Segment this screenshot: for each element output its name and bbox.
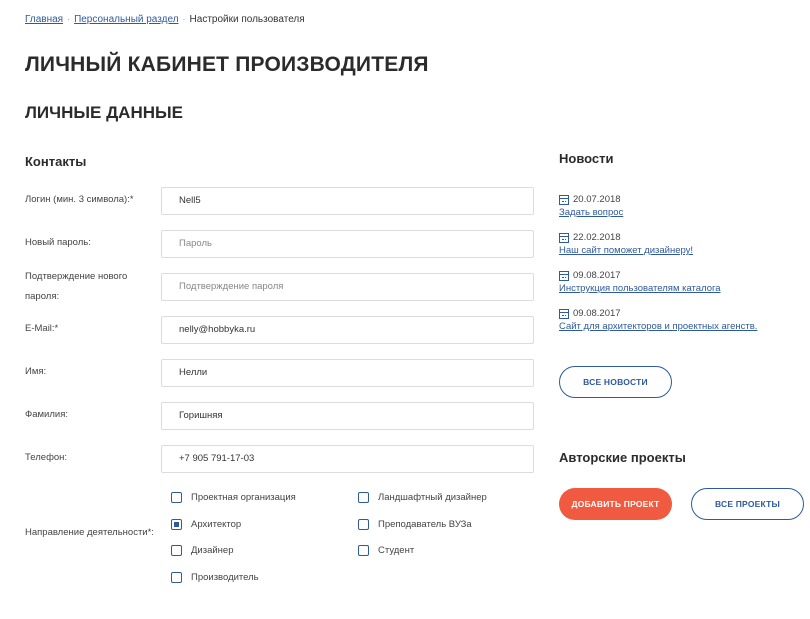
checkbox-icon[interactable]: [171, 492, 182, 503]
confirm-password-input[interactable]: Подтверждение пароля: [161, 273, 534, 301]
contacts-heading: Контакты: [25, 154, 87, 169]
phone-label: Телефон:: [25, 452, 68, 463]
checkbox-icon[interactable]: [358, 545, 369, 556]
checkbox-icon[interactable]: [171, 572, 182, 583]
calendar-icon: [559, 194, 569, 205]
calendar-icon: [559, 308, 569, 319]
activity-option-label: Проектная организация: [191, 492, 296, 503]
last-name-input[interactable]: Горишняя: [161, 402, 534, 430]
activity-checkbox-teacher[interactable]: Преподаватель ВУЗа: [358, 519, 472, 530]
news-item: 22.02.2018 Наш сайт поможет дизайнеру!: [559, 231, 693, 256]
activity-option-label: Дизайнер: [191, 545, 234, 556]
email-label: E-Mail:*: [25, 323, 59, 334]
activity-checkbox-design-org[interactable]: Проектная организация: [171, 492, 296, 503]
breadcrumb-separator: ·: [67, 14, 71, 24]
activity-checkbox-manufacturer[interactable]: Производитель: [171, 572, 259, 583]
email-input[interactable]: nelly@hobbyka.ru: [161, 316, 534, 344]
activity-option-label: Ландшафтный дизайнер: [378, 492, 487, 503]
news-date: 22.02.2018: [573, 232, 621, 243]
last-name-label: Фамилия:: [25, 409, 68, 420]
news-link[interactable]: Задать вопрос: [559, 207, 623, 218]
calendar-icon: [559, 232, 569, 243]
first-name-input[interactable]: Нелли: [161, 359, 534, 387]
news-link[interactable]: Сайт для архитекторов и проектных агенст…: [559, 321, 757, 332]
checkbox-icon[interactable]: [358, 492, 369, 503]
checkbox-icon[interactable]: [358, 519, 369, 530]
activity-option-label: Преподаватель ВУЗа: [378, 519, 472, 530]
new-password-label: Новый пароль:: [25, 237, 91, 248]
all-projects-button[interactable]: ВСЕ ПРОЕКТЫ: [691, 488, 804, 520]
activity-checkbox-landscape[interactable]: Ландшафтный дизайнер: [358, 492, 487, 503]
new-password-input[interactable]: Пароль: [161, 230, 534, 258]
news-date: 09.08.2017: [573, 270, 621, 281]
activity-checkbox-designer[interactable]: Дизайнер: [171, 545, 234, 556]
breadcrumb-current: Настройки пользователя: [189, 14, 305, 25]
news-item: 09.08.2017 Сайт для архитекторов и проек…: [559, 307, 757, 332]
authors-heading: Авторские проекты: [559, 450, 686, 465]
calendar-icon: [559, 270, 569, 281]
activity-option-label: Архитектор: [191, 519, 242, 530]
breadcrumb-personal-link[interactable]: Персональный раздел: [74, 14, 178, 25]
checkbox-checked-icon[interactable]: [171, 519, 182, 530]
confirm-password-label: Подтверждение нового пароля:: [25, 271, 128, 302]
breadcrumb-home-link[interactable]: Главная: [25, 14, 63, 25]
first-name-label: Имя:: [25, 366, 47, 377]
activity-checkbox-student[interactable]: Студент: [358, 545, 414, 556]
news-item: 20.07.2018 Задать вопрос: [559, 193, 623, 218]
checkbox-icon[interactable]: [171, 545, 182, 556]
login-input[interactable]: Nell5: [161, 187, 534, 215]
add-project-button[interactable]: ДОБАВИТЬ ПРОЕКТ: [559, 488, 672, 520]
all-news-button[interactable]: ВСЕ НОВОСТИ: [559, 366, 672, 398]
news-item: 09.08.2017 Инструкция пользователям ката…: [559, 269, 721, 294]
activity-option-label: Производитель: [191, 572, 259, 583]
section-title: ЛИЧНЫЕ ДАННЫЕ: [25, 103, 183, 122]
phone-input[interactable]: +7 905 791-17-03: [161, 445, 534, 473]
login-label: Логин (мин. 3 символа):*: [25, 194, 134, 205]
news-link[interactable]: Наш сайт поможет дизайнеру!: [559, 245, 693, 256]
page-title: ЛИЧНЫЙ КАБИНЕТ ПРОИЗВОДИТЕЛЯ: [25, 53, 429, 76]
breadcrumb-separator: ·: [182, 14, 186, 24]
activity-checkbox-architect[interactable]: Архитектор: [171, 519, 241, 530]
news-heading: Новости: [559, 151, 614, 166]
news-date: 09.08.2017: [573, 308, 621, 319]
activity-option-label: Студент: [378, 545, 415, 556]
news-date: 20.07.2018: [573, 194, 621, 205]
news-link[interactable]: Инструкция пользователям каталога: [559, 283, 721, 294]
breadcrumb: Главная · Персональный раздел · Настройки по…: [25, 14, 305, 25]
activity-label: Направление деятельности*:: [25, 527, 154, 538]
